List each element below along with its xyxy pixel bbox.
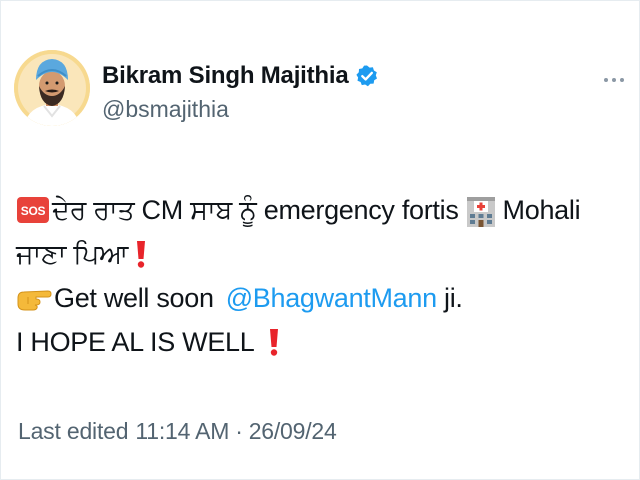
more-options-icon[interactable] — [602, 70, 626, 90]
avatar-photo-icon — [14, 50, 90, 126]
verified-badge-icon[interactable] — [355, 64, 379, 88]
display-name[interactable]: Bikram Singh Majithia — [102, 62, 349, 90]
tweet-meta: Last edited 11:14 AM · 26/09/24 — [18, 418, 337, 445]
meta-separator: · — [235, 418, 243, 444]
user-info: Bikram Singh Majithia @bsmajithia — [102, 62, 379, 123]
tweet-time[interactable]: 11:14 AM — [135, 418, 229, 445]
hospital-icon — [466, 197, 495, 227]
red-exclamation-icon — [269, 329, 278, 356]
user-handle[interactable]: @bsmajithia — [102, 96, 379, 123]
tweet-text: SOS ਦੇਰ ਰਾਤ CM ਸਾਬ ਨੂੰ emergency fortis … — [16, 188, 624, 364]
red-exclamation-icon — [137, 241, 146, 268]
mention-link[interactable]: @BhagwantMann — [226, 276, 437, 320]
tweet-line-3-text: Get well soon — [54, 283, 214, 313]
edited-label[interactable]: Last edited — [18, 418, 129, 445]
tweet-line-1-text-a: ਦੇਰ ਰਾਤ CM ਸਾਬ ਨੂੰ emergency fortis — [52, 195, 459, 225]
tweet-line-2: ਜਾਣਾ ਪਿਆ — [16, 232, 624, 276]
tweet-line-4-text: I HOPE AL IS WELL — [16, 327, 255, 357]
tweet-line-2-text: ਜਾਣਾ ਪਿਆ — [16, 239, 129, 269]
avatar[interactable] — [14, 50, 90, 126]
tweet-line-3: Get well soon @BhagwantMann ji. — [16, 276, 624, 320]
tweet-date[interactable]: 26/09/24 — [249, 418, 337, 445]
tweet-line-1-text-b: Mohali — [502, 195, 581, 225]
svg-text:SOS: SOS — [21, 204, 46, 218]
display-name-row: Bikram Singh Majithia — [102, 62, 379, 90]
tweet-line-1: SOS ਦੇਰ ਰਾਤ CM ਸਾਬ ਨੂੰ emergency fortis … — [16, 188, 624, 232]
tweet-line-3-suffix: ji. — [436, 283, 463, 313]
tweet-header: Bikram Singh Majithia @bsmajithia — [14, 50, 626, 140]
tweet-line-4: I HOPE AL IS WELL — [16, 320, 624, 364]
pointing-hand-icon — [17, 290, 52, 311]
sos-icon: SOS — [17, 197, 49, 223]
